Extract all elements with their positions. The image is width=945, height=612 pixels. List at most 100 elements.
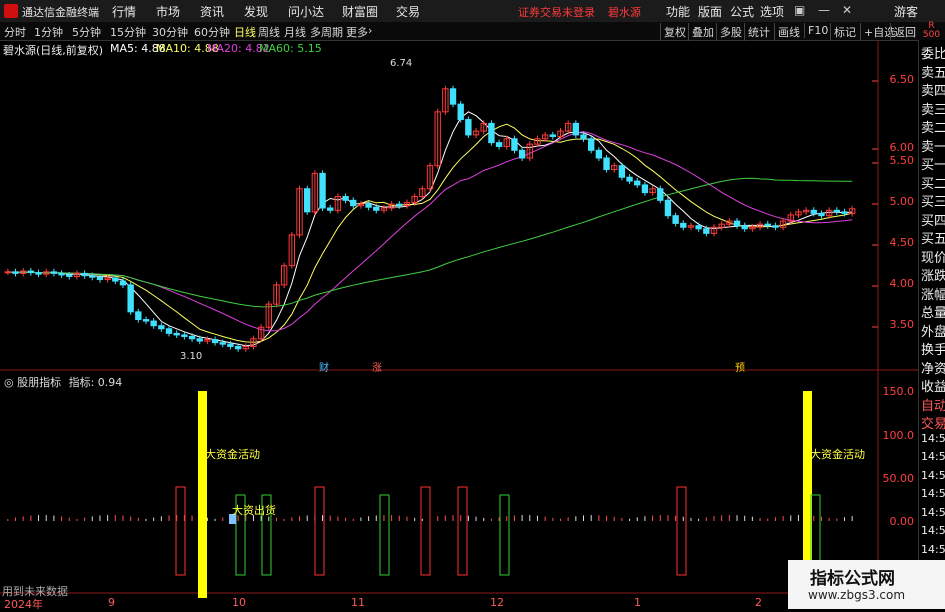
period-5min[interactable]: 5分钟 [72, 24, 101, 40]
indicator-header: ◎ 股朋指标 指标: 0.94 [4, 374, 122, 390]
side-item[interactable]: 自动 [921, 395, 945, 414]
ma60-line [7, 177, 853, 308]
side-item[interactable]: 交易 [921, 413, 945, 432]
menu-news[interactable]: 资讯 [200, 3, 224, 20]
btn-back[interactable]: 返回 [890, 23, 919, 41]
price-tick: 4.00 [889, 277, 915, 290]
candle-body [634, 180, 641, 186]
side-item: 现价 [921, 250, 945, 266]
period-daily[interactable]: 日线 [234, 24, 256, 40]
candle-body [150, 320, 157, 327]
side-item: 收益 [921, 380, 945, 395]
price-tick: 5.50 [889, 154, 915, 167]
menu-layout[interactable]: 版面 [698, 3, 722, 20]
period-multi[interactable]: 多周期 [310, 24, 343, 40]
btn-f10[interactable]: F10 [804, 23, 831, 38]
menu-functions[interactable]: 功能 [666, 3, 690, 20]
high-price-label: 6.74 [390, 58, 413, 69]
indicator-tick: 150.0 [882, 385, 915, 398]
indicator-collapse-icon[interactable]: ◎ [4, 376, 14, 389]
buy-signal-box [499, 494, 510, 576]
minimize-icon[interactable]: — [818, 3, 830, 17]
indicator-title[interactable]: 股朋指标 [17, 376, 61, 389]
btn-multi-stock[interactable]: 多股 [716, 23, 745, 41]
menu-options[interactable]: 选项 [760, 3, 784, 20]
side-item: 买一 [921, 158, 945, 173]
side-item: 买五 [921, 232, 945, 247]
candle-body [518, 149, 526, 159]
skin-icon[interactable]: ▣ [794, 3, 805, 17]
candle-body [741, 225, 748, 230]
candle-body [641, 184, 649, 194]
side-item[interactable]: 14:56 [921, 450, 945, 463]
period-more[interactable]: 更多 [346, 24, 368, 40]
btn-draw[interactable]: 画线 [774, 23, 803, 41]
side-item: 买二 [921, 176, 945, 192]
candle-body [764, 223, 771, 227]
side-item[interactable]: 14:56 [921, 469, 945, 482]
watermark: 指标公式网 www.zbgs3.com [788, 560, 945, 609]
candle-body [319, 172, 326, 209]
side-item: 涨幅 [921, 287, 945, 303]
guest-user[interactable]: 游客 [894, 3, 918, 20]
side-item: 涨跌 [921, 269, 945, 284]
ma20-line [7, 131, 853, 332]
side-item[interactable]: 14:56 [921, 432, 945, 445]
chevron-right-icon[interactable]: › [368, 24, 372, 37]
finance-marker[interactable]: 财 [319, 359, 329, 374]
period-60min[interactable]: 60分钟 [194, 24, 230, 40]
candle-body [219, 342, 226, 345]
price-tick: 6.00 [889, 141, 915, 154]
menu-wealth[interactable]: 财富圈 [342, 3, 378, 20]
price-tick: 3.50 [889, 318, 915, 331]
period-1min[interactable]: 1分钟 [34, 24, 63, 40]
sell-signal-box [314, 486, 325, 576]
sell-signal-box [420, 486, 431, 576]
kline-chart[interactable] [0, 40, 918, 609]
period-15min[interactable]: 15分钟 [110, 24, 146, 40]
menu-discover[interactable]: 发现 [244, 3, 268, 20]
period-monthly[interactable]: 月线 [284, 24, 306, 40]
limit-up-marker[interactable]: 涨 [372, 359, 382, 374]
candle-body [833, 209, 840, 213]
app-name: 通达信金融终端 [22, 6, 99, 19]
btn-stats[interactable]: 统计 [744, 23, 773, 41]
menu-ask[interactable]: 问小达 [288, 3, 324, 20]
btn-overlay[interactable]: 叠加 [688, 23, 717, 41]
watermark-title: 指标公式网 [810, 569, 895, 589]
side-item: 卖五 [921, 65, 945, 81]
menu-market[interactable]: 市场 [156, 3, 180, 20]
candle-body [695, 225, 702, 230]
btn-mark[interactable]: 标记 [830, 23, 859, 41]
candle-body [165, 328, 173, 334]
candle-body [365, 203, 372, 208]
side-item[interactable]: 14:56 [921, 506, 945, 519]
side-item: 卖一 [921, 139, 945, 155]
candle-body [657, 188, 664, 201]
period-weekly[interactable]: 周线 [258, 24, 280, 40]
period-30min[interactable]: 30分钟 [152, 24, 188, 40]
side-item[interactable]: 14:56 [921, 543, 945, 556]
candle-body [772, 225, 779, 228]
candle-body [588, 138, 595, 151]
menu-trade[interactable]: 交易 [396, 3, 420, 20]
period-timeshare[interactable]: 分时 [4, 24, 26, 40]
x-tick: 12 [490, 596, 504, 609]
candle-body [158, 325, 165, 330]
menu-quotes[interactable]: 行情 [112, 3, 136, 20]
side-item: 卖三 [921, 102, 945, 118]
big-money-label-2: 大资金活动 [810, 448, 865, 461]
menu-formula[interactable]: 公式 [730, 3, 754, 20]
side-item[interactable]: 14:56 [921, 524, 945, 537]
side-item[interactable]: 14:56 [921, 487, 945, 500]
close-icon[interactable]: ✕ [842, 3, 852, 17]
btn-rights[interactable]: 复权 [660, 23, 689, 41]
indicator-tick: 100.0 [882, 429, 915, 442]
candle-body [664, 199, 672, 217]
candle-body [188, 335, 196, 340]
side-item: 委比 [921, 47, 945, 62]
candle-body [135, 311, 142, 321]
candle-body [196, 338, 203, 342]
candle-body [127, 284, 134, 313]
forecast-marker[interactable]: 预 [735, 359, 745, 374]
